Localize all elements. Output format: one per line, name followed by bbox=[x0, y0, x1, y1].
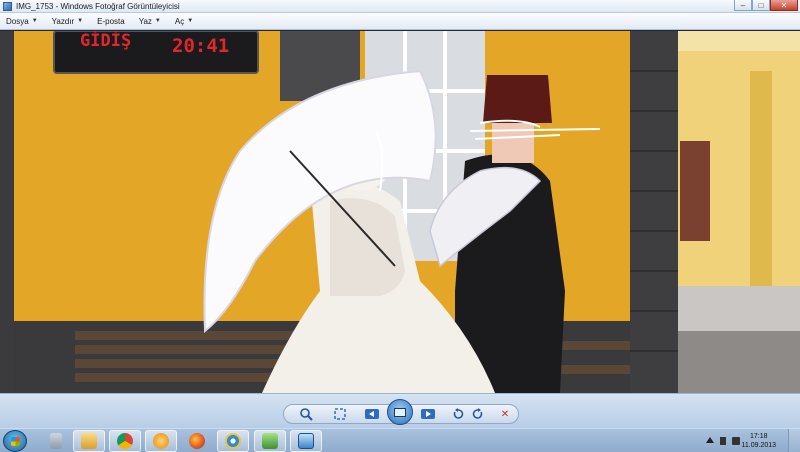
internet-explorer-icon bbox=[225, 433, 241, 449]
window-title-bar: IMG_1753 - Windows Fotoğraf Görüntüleyic… bbox=[0, 0, 800, 13]
actual-size-icon[interactable] bbox=[332, 406, 348, 422]
chevron-down-icon: ▼ bbox=[31, 18, 38, 24]
delete-icon[interactable]: ✕ bbox=[497, 406, 513, 422]
menu-burn-label: Yaz bbox=[138, 16, 152, 26]
taskbar-chrome[interactable] bbox=[109, 430, 141, 452]
minimize-button[interactable]: – bbox=[734, 0, 752, 11]
rotate-counterclockwise-icon[interactable] bbox=[450, 406, 466, 422]
taskbar-network[interactable] bbox=[254, 430, 286, 452]
magnifier-icon[interactable] bbox=[298, 406, 314, 422]
maximize-button[interactable]: □ bbox=[752, 0, 770, 11]
taskbar: 17:18 11.09.2013 bbox=[0, 428, 800, 452]
sign-left-text: GİDİŞ bbox=[80, 31, 131, 51]
clock-date: 11.09.2013 bbox=[741, 442, 776, 449]
taskbar-media-player[interactable] bbox=[145, 430, 177, 452]
menu-email[interactable]: E-posta bbox=[97, 17, 125, 26]
rotate-clockwise-icon[interactable] bbox=[470, 406, 486, 422]
slideshow-icon[interactable] bbox=[387, 399, 413, 425]
system-tray: 17:18 11.09.2013 bbox=[680, 429, 800, 452]
start-button[interactable] bbox=[3, 430, 27, 452]
chevron-down-icon: ▼ bbox=[187, 18, 194, 24]
taskbar-file-manager[interactable] bbox=[40, 430, 72, 452]
taskbar-explorer[interactable] bbox=[73, 430, 105, 452]
photo-viewer-app-icon bbox=[3, 1, 12, 11]
media-player-icon bbox=[153, 433, 169, 449]
menu-burn[interactable]: Yaz ▼ bbox=[139, 17, 161, 26]
slideshow-screen-icon bbox=[394, 407, 406, 417]
close-button[interactable]: ✕ bbox=[770, 0, 798, 11]
firefox-icon bbox=[189, 433, 205, 449]
taskbar-internet-explorer[interactable] bbox=[217, 430, 249, 452]
next-icon[interactable] bbox=[420, 406, 436, 422]
explorer-icon bbox=[81, 433, 97, 449]
viewer-control-bar: ✕ bbox=[0, 393, 800, 428]
menu-open-label: Aç bbox=[174, 16, 185, 26]
photo-viewer-icon bbox=[298, 433, 314, 449]
show-desktop-button[interactable] bbox=[788, 429, 800, 452]
network-icon bbox=[262, 433, 278, 449]
menu-print[interactable]: Yazdır ▼ bbox=[52, 17, 83, 26]
volume-icon[interactable] bbox=[720, 437, 726, 445]
chrome-icon bbox=[117, 433, 133, 449]
menu-file-label: Dosya bbox=[6, 16, 29, 26]
menu-open[interactable]: Aç ▼ bbox=[175, 17, 193, 26]
chevron-down-icon: ▼ bbox=[154, 18, 161, 24]
menu-bar: Dosya ▼ Yazdır ▼ E-posta Yaz ▼ Aç ▼ bbox=[0, 13, 800, 30]
menu-print-label: Yazdır bbox=[51, 16, 75, 26]
window-controls: – □ ✕ bbox=[734, 0, 798, 12]
taskbar-clock[interactable]: 17:18 11.09.2013 bbox=[741, 432, 776, 450]
taskbar-firefox[interactable] bbox=[181, 430, 213, 452]
taskbar-photo-viewer[interactable] bbox=[290, 430, 322, 452]
clock-time: 17:18 bbox=[749, 433, 768, 440]
chevron-down-icon: ▼ bbox=[77, 18, 84, 24]
menu-file[interactable]: Dosya ▼ bbox=[6, 17, 38, 26]
menu-email-label: E-posta bbox=[97, 16, 125, 26]
network-status-icon[interactable] bbox=[732, 437, 740, 445]
previous-icon[interactable] bbox=[364, 406, 380, 422]
photo-image: GİDİŞ 20:41 bbox=[0, 31, 800, 393]
file-manager-icon bbox=[50, 433, 62, 449]
show-hidden-icons-icon[interactable] bbox=[706, 437, 714, 443]
window-title: IMG_1753 - Windows Fotoğraf Görüntüleyic… bbox=[16, 1, 180, 11]
sign-right-text: 20:41 bbox=[172, 35, 229, 57]
photo-display: GİDİŞ 20:41 bbox=[0, 31, 800, 393]
